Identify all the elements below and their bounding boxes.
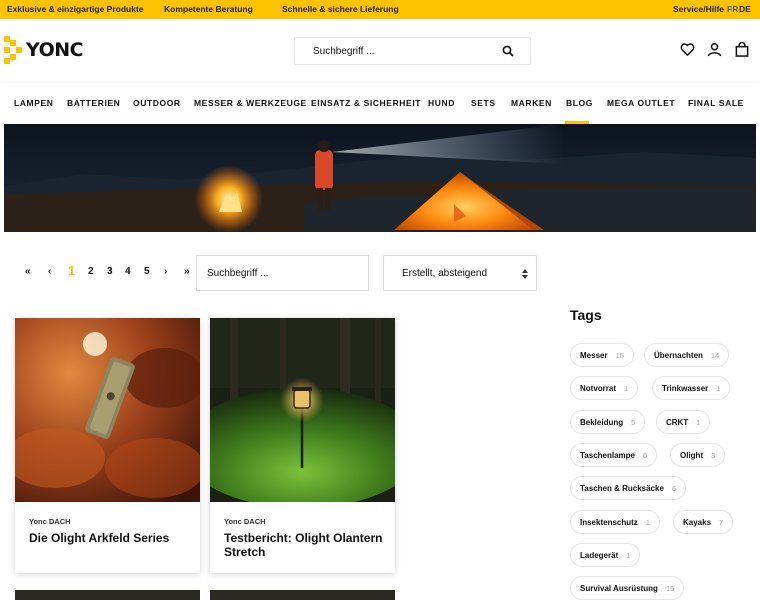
- pagination-page-4[interactable]: 4: [125, 266, 131, 277]
- tag-name: Olight: [680, 450, 704, 460]
- post-image-olantern[interactable]: [210, 318, 395, 502]
- nav-item-marken[interactable]: MARKEN: [511, 98, 552, 108]
- lang-fr-link[interactable]: FR: [727, 4, 738, 14]
- usp-exclusive: Exklusive & einzigartige Produkte: [7, 4, 144, 14]
- select-arrows-icon: [522, 269, 528, 279]
- tag-count: 6: [671, 483, 677, 493]
- nav-item-blog[interactable]: BLOG: [566, 98, 593, 108]
- nav-item-messer-werkzeuge[interactable]: MESSER & WERKZEUGE: [194, 98, 307, 108]
- tag-name: Insektenschutz: [580, 517, 638, 527]
- tags-heading: Tags: [570, 307, 602, 323]
- tag-name: Trinkwasser: [662, 383, 709, 393]
- tag-count: 1: [696, 417, 701, 427]
- logo-mark-icon: [4, 36, 22, 64]
- tag-name: Taschen & Rucksäcke: [580, 483, 664, 493]
- blog-search-input[interactable]: Suchbegriff ...: [196, 255, 369, 291]
- tag-messer[interactable]: Messer 15: [570, 343, 634, 367]
- logo-text: YONC: [26, 39, 84, 61]
- tag-bekleidung[interactable]: Bekleidung 5: [570, 410, 646, 434]
- tag-name: Übernachten: [654, 350, 703, 360]
- nav-item-mega-outlet[interactable]: MEGA OUTLET: [607, 98, 675, 108]
- tag-insektenschutz[interactable]: Insektenschutz 1: [570, 510, 660, 534]
- header-search-placeholder: Suchbegriff ...: [313, 46, 375, 57]
- top-info-bar: Exklusive & einzigartige Produkte Kompet…: [0, 0, 760, 19]
- tag-taschenlampe[interactable]: Taschenlampe 6: [570, 443, 658, 467]
- blog-hero-banner: [4, 124, 756, 232]
- post-author: Yonc DACH: [29, 517, 71, 526]
- post-author: Yonc DACH: [224, 517, 266, 526]
- nav-item-sets[interactable]: SETS: [471, 98, 496, 108]
- tag-survival-ausruestung[interactable]: Survival Ausrüstung 15: [570, 576, 685, 600]
- tag-count: 1: [626, 550, 631, 560]
- tag-name: Survival Ausrüstung: [580, 583, 658, 593]
- service-link[interactable]: Service/Hilfe: [673, 4, 724, 14]
- tag-crkt[interactable]: CRKT 1: [656, 410, 711, 434]
- tag-olight[interactable]: Olight 3: [670, 443, 726, 467]
- tag-kayaks[interactable]: Kayaks 7: [673, 510, 734, 534]
- tag-name: Taschenlampe: [580, 450, 635, 460]
- tag-count: 14: [710, 350, 720, 360]
- tag-name: Bekleidung: [580, 417, 624, 427]
- header-search-input[interactable]: Suchbegriff ...: [294, 37, 531, 65]
- blog-post-card-next[interactable]: [210, 590, 395, 600]
- tag-count: 6: [642, 450, 648, 460]
- pagination-page-3[interactable]: 3: [107, 266, 113, 277]
- nav-item-outdoor[interactable]: OUTDOOR: [133, 98, 181, 108]
- blog-post-card[interactable]: Yonc DACH Die Olight Arkfeld Series: [15, 318, 200, 573]
- nav-item-einsatz-sicherheit[interactable]: EINSATZ & SICHERHEIT: [311, 98, 421, 108]
- post-title[interactable]: Die Olight Arkfeld Series: [29, 531, 194, 545]
- tag-name: Notvorrat: [580, 383, 617, 393]
- sort-select[interactable]: Erstellt, absteigend: [383, 255, 537, 291]
- pagination-first[interactable]: «: [25, 266, 31, 277]
- blog-post-card[interactable]: Yonc DACH Testbericht: Olight Olantern S…: [210, 318, 395, 573]
- tag-ladegeraet[interactable]: Ladegerät 1: [570, 543, 641, 567]
- pagination-next[interactable]: ›: [164, 266, 167, 277]
- tag-count: 1: [624, 383, 629, 393]
- blog-post-card-next[interactable]: [15, 590, 200, 600]
- yonc-logo[interactable]: YONC: [4, 36, 84, 64]
- shopping-bag-icon[interactable]: [735, 42, 749, 57]
- tag-name: Kayaks: [683, 517, 712, 527]
- tag-uebernachten[interactable]: Übernachten 14: [644, 343, 730, 367]
- lang-de-link[interactable]: DE: [739, 4, 751, 14]
- pagination-page-5[interactable]: 5: [144, 266, 150, 277]
- tag-count: 5: [631, 417, 636, 427]
- usp-consulting: Kompetente Beratung: [164, 4, 253, 14]
- nav-item-final-sale[interactable]: FINAL SALE: [688, 98, 744, 108]
- tag-count: 1: [716, 383, 721, 393]
- tag-count: 1: [645, 517, 650, 527]
- nav-item-lampen[interactable]: LAMPEN: [14, 98, 54, 108]
- post-image-arkfeld[interactable]: [15, 318, 200, 502]
- pagination-page-1[interactable]: 1: [68, 263, 75, 278]
- site-header: YONC Suchbegriff ...: [0, 19, 760, 83]
- account-user-icon[interactable]: [707, 42, 722, 57]
- tag-count: 3: [711, 450, 716, 460]
- tag-name: Messer: [580, 350, 608, 360]
- nav-item-hund[interactable]: HUND: [428, 98, 455, 108]
- search-icon[interactable]: [502, 45, 514, 57]
- blog-search-placeholder: Suchbegriff ...: [207, 268, 269, 279]
- tag-count: 15: [665, 583, 675, 593]
- tag-taschen-rucksaecke[interactable]: Taschen & Rucksäcke 6: [570, 476, 687, 500]
- usp-delivery: Schnelle & sichere Lieferung: [282, 4, 399, 14]
- tag-count: 15: [615, 350, 624, 360]
- sort-selected-value: Erstellt, absteigend: [402, 268, 488, 279]
- post-title[interactable]: Testbericht: Olight Olantern Stretch: [224, 531, 389, 559]
- tag-notvorrat[interactable]: Notvorrat 1: [570, 376, 639, 400]
- main-navigation: LAMPEN BATTERIEN OUTDOOR MESSER & WERKZE…: [0, 83, 760, 124]
- tag-name: Ladegerät: [580, 550, 619, 560]
- camping-night-image: [4, 124, 756, 232]
- wishlist-heart-icon[interactable]: [680, 42, 695, 57]
- nav-item-batterien[interactable]: BATTERIEN: [67, 98, 120, 108]
- pagination-prev[interactable]: ‹: [48, 266, 51, 277]
- tag-count: 7: [719, 517, 724, 527]
- tag-trinkwasser[interactable]: Trinkwasser 1: [652, 376, 731, 400]
- pagination-page-2[interactable]: 2: [88, 266, 94, 277]
- pagination-last[interactable]: »: [184, 266, 190, 277]
- tag-name: CRKT: [666, 417, 689, 427]
